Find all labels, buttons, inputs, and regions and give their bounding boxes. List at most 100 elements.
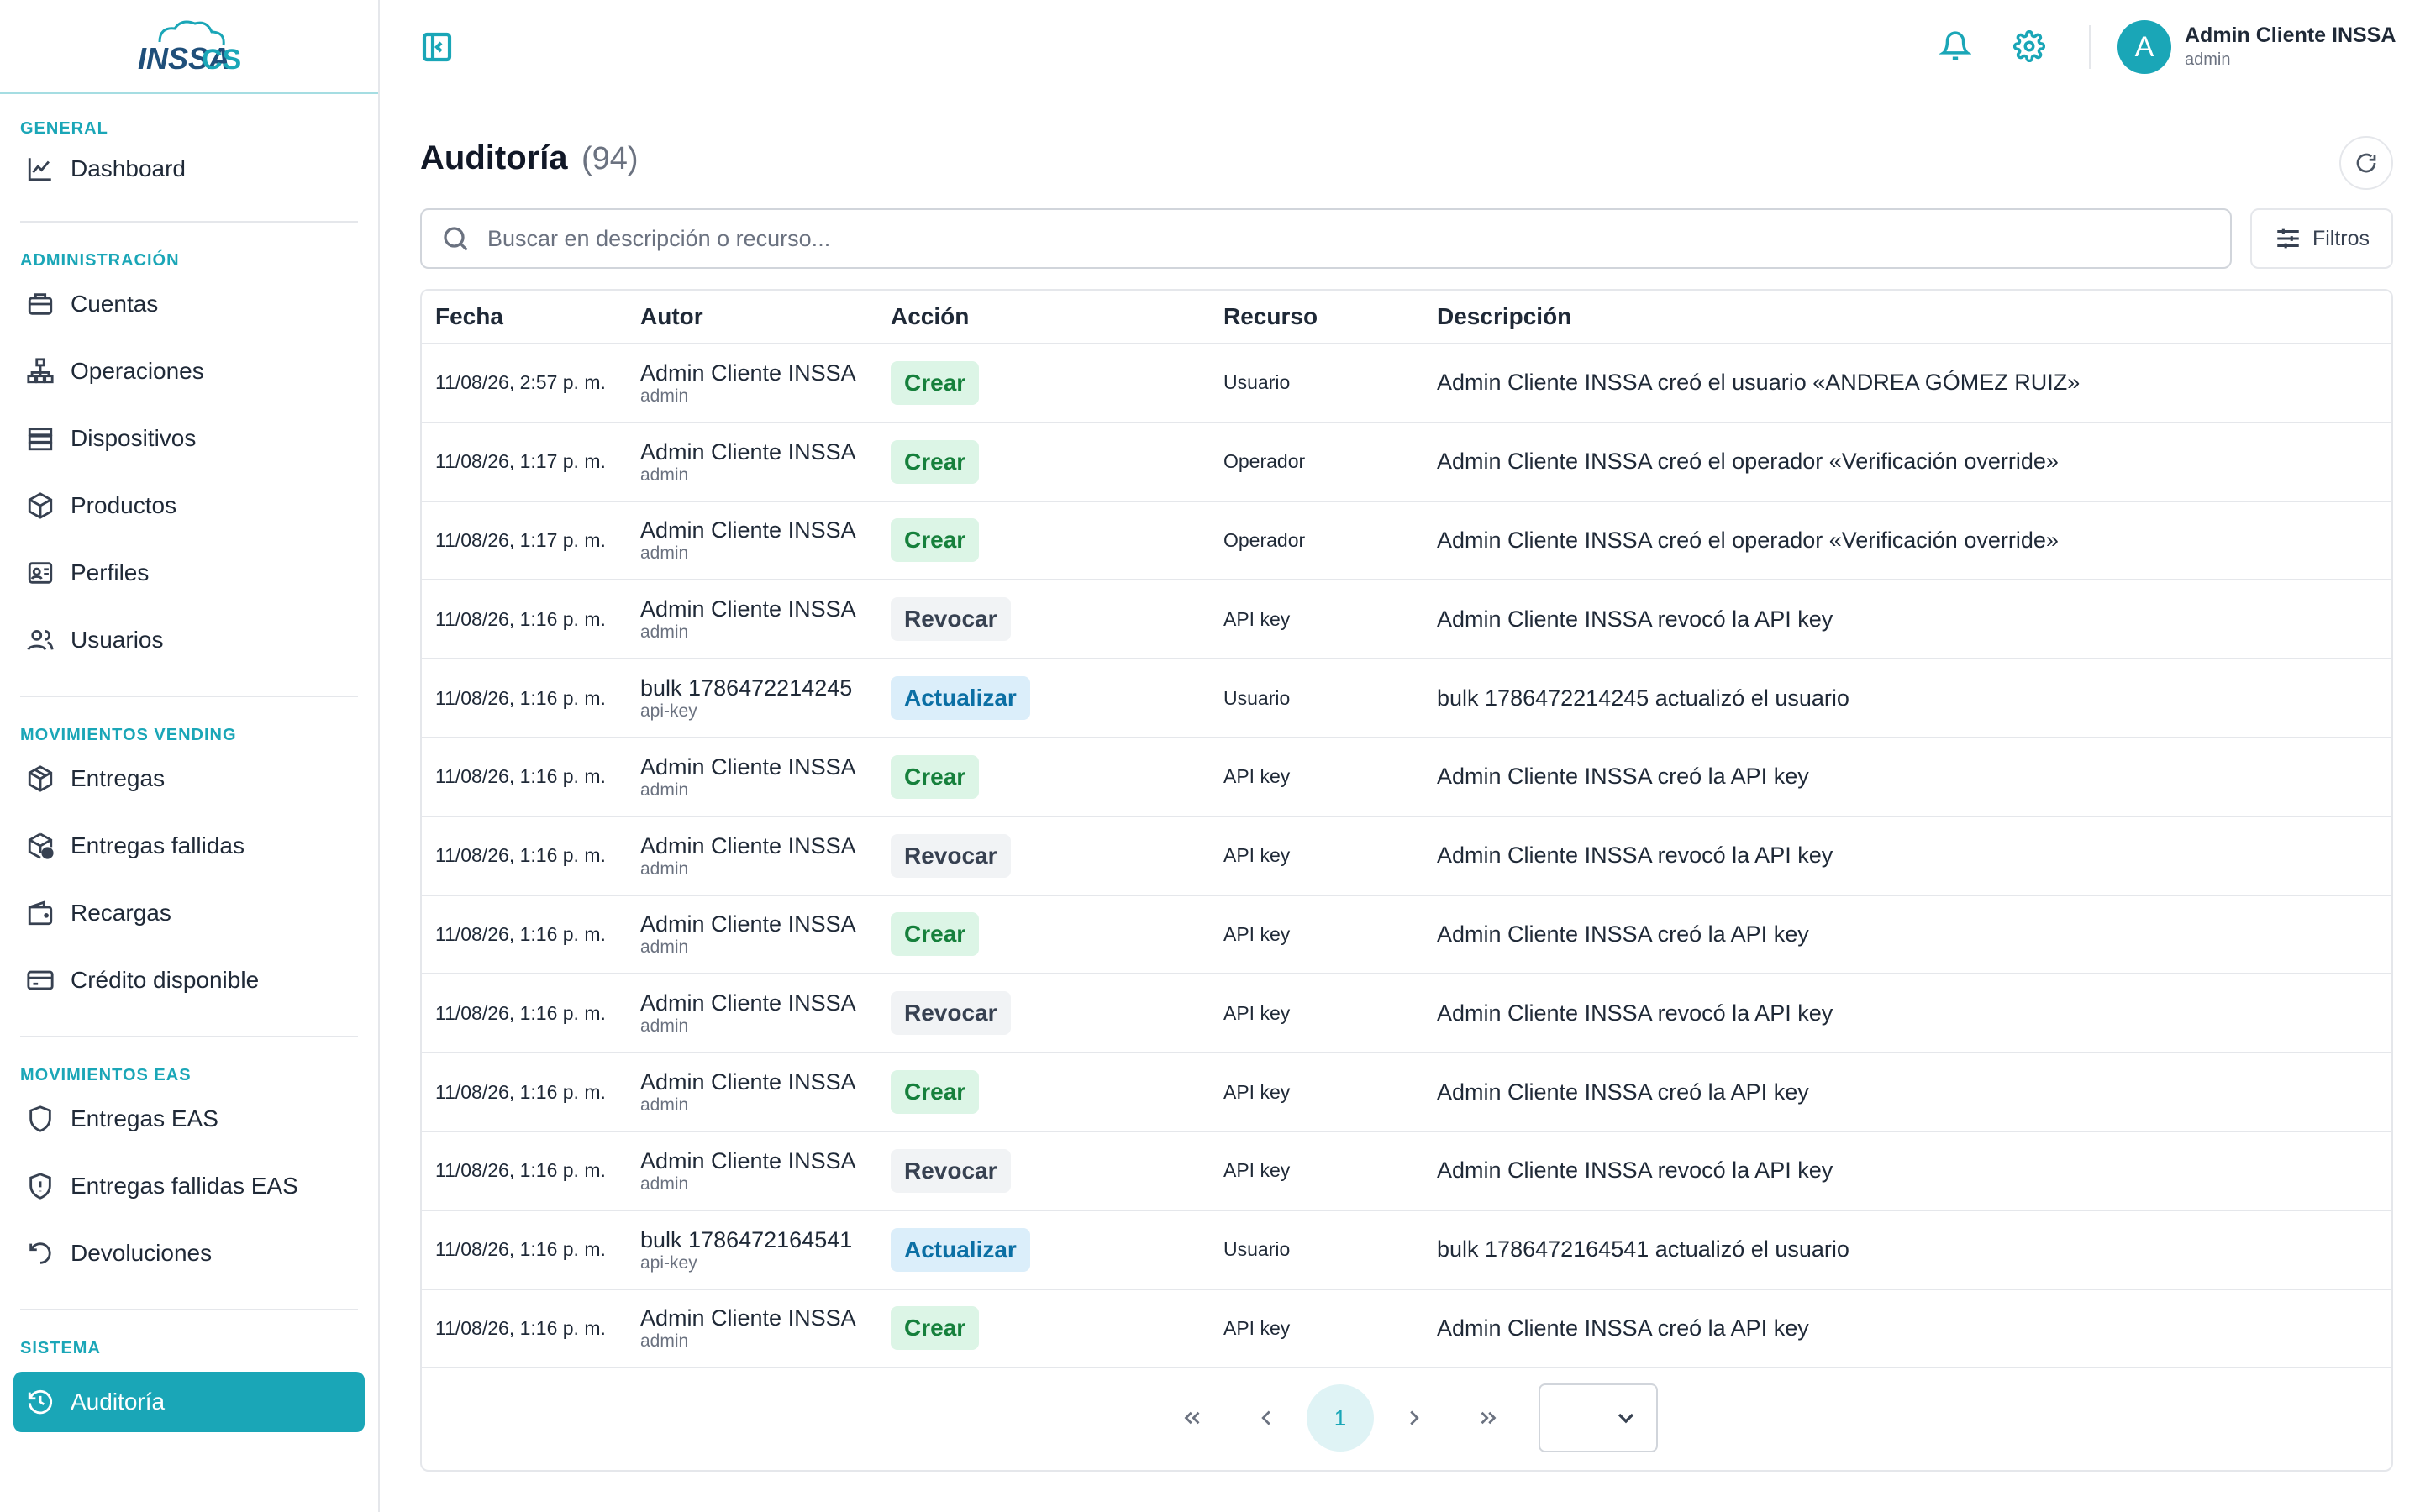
refresh-button[interactable] bbox=[2339, 136, 2393, 190]
author-name: bulk 1786472164541 bbox=[640, 1226, 853, 1252]
sidebar-item-dashboard[interactable]: Dashboard bbox=[0, 139, 378, 199]
id-card-icon bbox=[25, 558, 55, 588]
sidebar-item-label: Dashboard bbox=[71, 155, 186, 181]
package-icon bbox=[25, 764, 55, 794]
sidebar-item-recargas[interactable]: Recargas bbox=[0, 879, 378, 947]
sidebar-item-label: Auditoría bbox=[71, 1389, 166, 1415]
sidebar-item-usuarios[interactable]: Usuarios bbox=[0, 606, 378, 674]
cell-descripcion: bulk 1786472214245 actualizó el usuario bbox=[1437, 685, 1849, 711]
section-label-movimientos-eas: MOVIMIENTOS EAS bbox=[20, 1066, 192, 1084]
logo-area: INSSA CS bbox=[0, 0, 378, 94]
author-name: Admin Cliente INSSA bbox=[640, 517, 856, 543]
table-row[interactable]: 11/08/26, 1:16 p. m. Admin Cliente INSSA a… bbox=[422, 1132, 2391, 1211]
table-row[interactable]: 11/08/26, 1:16 p. m. Admin Cliente INSSA a… bbox=[422, 1053, 2391, 1132]
avatar[interactable]: A bbox=[2118, 20, 2171, 74]
table-row[interactable]: 11/08/26, 1:16 p. m. Admin Cliente INSSA a… bbox=[422, 896, 2391, 975]
chevron-left-icon bbox=[1261, 1410, 1270, 1425]
next-page-button[interactable] bbox=[1381, 1384, 1448, 1452]
cell-accion: Crear bbox=[891, 1070, 1223, 1115]
column-header-accion[interactable]: Acción bbox=[891, 303, 1223, 330]
search-input[interactable] bbox=[487, 225, 2168, 252]
filters-button[interactable]: Filtros bbox=[2250, 208, 2393, 269]
action-badge: Crear bbox=[891, 439, 980, 484]
sidebar-item-auditoria[interactable]: Auditoría bbox=[13, 1372, 365, 1432]
undo-icon bbox=[25, 1238, 55, 1268]
table-header: Fecha Autor Acción Recurso Descripción bbox=[422, 291, 2391, 344]
org-chart-icon bbox=[25, 356, 55, 386]
sidebar-item-label: Crédito disponible bbox=[71, 967, 260, 993]
column-header-autor[interactable]: Autor bbox=[640, 303, 891, 330]
sidebar-item-entregas-fallidas-eas[interactable]: Entregas fallidas EAS bbox=[0, 1152, 378, 1220]
page-size-select[interactable] bbox=[1539, 1383, 1658, 1452]
sidebar-item-label: Cuentas bbox=[71, 291, 159, 317]
table-row[interactable]: 11/08/26, 2:57 p. m. Admin Cliente INSSA a… bbox=[422, 344, 2391, 423]
cell-fecha: 11/08/26, 1:16 p. m. bbox=[435, 1238, 606, 1261]
cell-descripcion: Admin Cliente INSSA creó el operador «Ve… bbox=[1437, 527, 2059, 553]
action-badge: Revocar bbox=[891, 1148, 1011, 1193]
cell-accion: Crear bbox=[891, 439, 1223, 484]
cell-descripcion: Admin Cliente INSSA creó el usuario «AND… bbox=[1437, 370, 2081, 396]
sidebar-item-productos[interactable]: Productos bbox=[0, 472, 378, 539]
panel-left-icon bbox=[422, 32, 452, 62]
sidebar-item-label: Operaciones bbox=[71, 358, 204, 384]
table-row[interactable]: 11/08/26, 1:16 p. m. Admin Cliente INSSA a… bbox=[422, 817, 2391, 896]
column-header-descripcion[interactable]: Descripción bbox=[1437, 303, 2391, 330]
section-label-sistema: SISTEMA bbox=[20, 1339, 101, 1357]
cell-fecha: 11/08/26, 1:16 p. m. bbox=[435, 1001, 606, 1024]
table-row[interactable]: 11/08/26, 1:16 p. m. Admin Cliente INSSA a… bbox=[422, 738, 2391, 817]
sidebar-item-dispositivos[interactable]: Dispositivos bbox=[0, 405, 378, 472]
sidebar-item-devoluciones[interactable]: Devoluciones bbox=[0, 1220, 378, 1287]
notifications-button[interactable] bbox=[1939, 30, 1973, 64]
column-header-recurso[interactable]: Recurso bbox=[1223, 303, 1437, 330]
sidebar-item-label: Entregas fallidas EAS bbox=[71, 1173, 298, 1199]
sidebar-item-label: Productos bbox=[71, 492, 177, 518]
page-number-button[interactable]: 1 bbox=[1307, 1384, 1374, 1452]
table-row[interactable]: 11/08/26, 1:16 p. m. Admin Cliente INSSA a… bbox=[422, 580, 2391, 660]
table-row[interactable]: 11/08/26, 1:17 p. m. Admin Cliente INSSA a… bbox=[422, 423, 2391, 502]
record-count: (94) bbox=[581, 141, 639, 176]
cell-accion: Actualizar bbox=[891, 676, 1223, 721]
sidebar-item-perfiles[interactable]: Perfiles bbox=[0, 539, 378, 606]
sidebar-item-operaciones[interactable]: Operaciones bbox=[0, 338, 378, 405]
sidebar-item-entregas-eas[interactable]: Entregas EAS bbox=[0, 1085, 378, 1152]
settings-button[interactable] bbox=[2012, 29, 2047, 64]
table-row[interactable]: 11/08/26, 1:16 p. m. bulk 1786472164541 ap… bbox=[422, 1211, 2391, 1290]
brand-logo[interactable]: INSSA CS bbox=[134, 17, 244, 76]
author-name: Admin Cliente INSSA bbox=[640, 1069, 856, 1095]
sidebar-item-cuentas[interactable]: Cuentas bbox=[0, 270, 378, 338]
sidebar-item-credito-disponible[interactable]: Crédito disponible bbox=[0, 947, 378, 1014]
table-row[interactable]: 11/08/26, 1:16 p. m. Admin Cliente INSSA a… bbox=[422, 974, 2391, 1054]
cell-descripcion: Admin Cliente INSSA revocó la API key bbox=[1437, 843, 1833, 869]
cell-autor: Admin Cliente INSSA admin bbox=[640, 1147, 891, 1194]
column-header-fecha[interactable]: Fecha bbox=[422, 303, 640, 330]
author-name: Admin Cliente INSSA bbox=[640, 832, 856, 858]
sidebar-item-entregas-fallidas[interactable]: Entregas fallidas bbox=[0, 812, 378, 879]
prev-page-button[interactable] bbox=[1233, 1384, 1300, 1452]
cell-fecha: 11/08/26, 1:16 p. m. bbox=[435, 765, 606, 788]
sidebar-item-label: Entregas fallidas bbox=[71, 832, 245, 858]
author-role: api-key bbox=[640, 701, 697, 722]
cell-descripcion: Admin Cliente INSSA creó la API key bbox=[1437, 1079, 1809, 1105]
refresh-icon bbox=[2356, 153, 2376, 173]
cell-autor: Admin Cliente INSSA admin bbox=[640, 517, 891, 564]
sidebar-toggle-button[interactable] bbox=[420, 30, 454, 64]
section-label-movimientos-vending: MOVIMIENTOS VENDING bbox=[20, 726, 237, 744]
sidebar-item-label: Recargas bbox=[71, 900, 171, 926]
first-page-button[interactable] bbox=[1159, 1384, 1226, 1452]
table-row[interactable]: 11/08/26, 1:16 p. m. bulk 1786472214245 ap… bbox=[422, 659, 2391, 738]
author-name: bulk 1786472214245 bbox=[640, 675, 853, 701]
sliders-icon bbox=[2277, 228, 2299, 249]
cell-autor: bulk 1786472164541 api-key bbox=[640, 1226, 891, 1273]
last-page-button[interactable] bbox=[1455, 1384, 1522, 1452]
table-row[interactable]: 11/08/26, 1:16 p. m. Admin Cliente INSSA a… bbox=[422, 1290, 2391, 1369]
sidebar-item-entregas[interactable]: Entregas bbox=[0, 745, 378, 812]
author-role: admin bbox=[640, 543, 689, 564]
pagination: 1 bbox=[422, 1366, 2391, 1470]
svg-text:CS: CS bbox=[202, 44, 241, 76]
table-row[interactable]: 11/08/26, 1:17 p. m. Admin Cliente INSSA a… bbox=[422, 502, 2391, 581]
cell-accion: Revocar bbox=[891, 833, 1223, 878]
author-role: admin bbox=[640, 1016, 689, 1037]
cell-fecha: 11/08/26, 1:16 p. m. bbox=[435, 686, 606, 709]
sidebar-item-label: Usuarios bbox=[71, 627, 164, 653]
cell-accion: Revocar bbox=[891, 1148, 1223, 1193]
